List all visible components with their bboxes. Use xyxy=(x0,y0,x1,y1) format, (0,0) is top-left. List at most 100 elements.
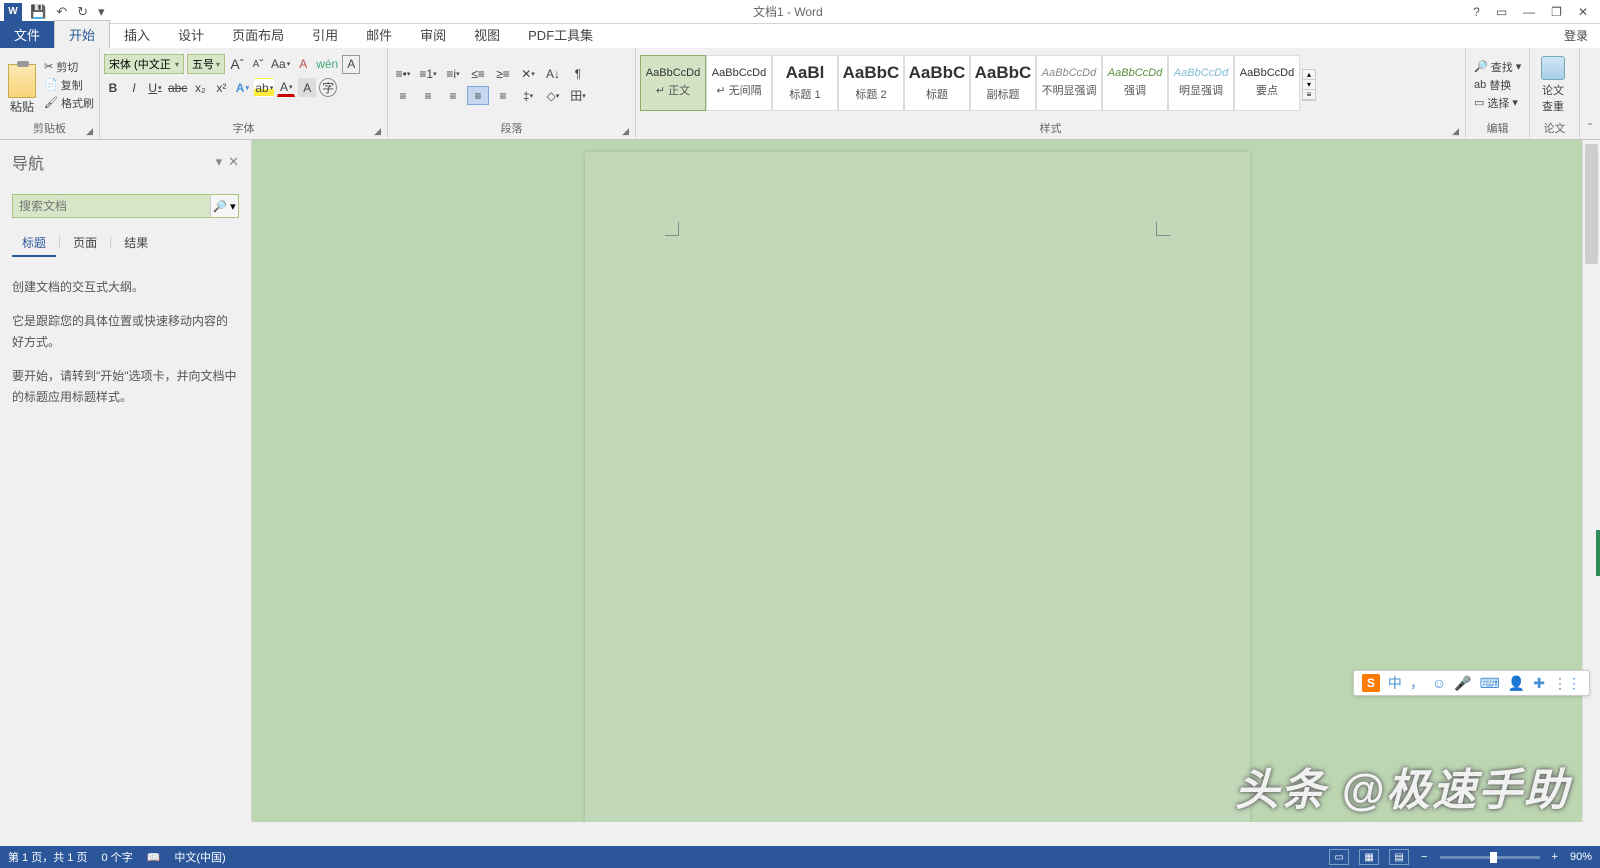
collapse-ribbon-icon[interactable]: ˆ xyxy=(1580,48,1600,139)
align-center-button[interactable]: ≡ xyxy=(417,86,439,105)
cut-button[interactable]: ✂剪切 xyxy=(44,59,94,75)
ime-keyboard-button[interactable]: ⌨ xyxy=(1480,675,1500,692)
minimize-icon[interactable]: — xyxy=(1519,5,1539,19)
print-layout-button[interactable]: ▦ xyxy=(1359,849,1379,865)
zoom-slider[interactable] xyxy=(1440,856,1540,859)
grow-font-button[interactable]: Aˆ xyxy=(228,55,246,74)
thesis-check-button[interactable]: 论文 查重 xyxy=(1534,56,1572,114)
ime-mic-button[interactable]: 🎤 xyxy=(1454,675,1471,692)
qat-more-icon[interactable]: ▾ xyxy=(96,4,107,20)
styles-down-icon[interactable]: ▾ xyxy=(1303,80,1315,90)
numbering-button[interactable]: ≡1▾ xyxy=(417,64,439,83)
style-item-7[interactable]: AaBbCcDd强调 xyxy=(1102,55,1168,111)
tab-references[interactable]: 引用 xyxy=(298,21,352,48)
redo-icon[interactable]: ↻ xyxy=(75,4,90,20)
align-left-button[interactable]: ≡ xyxy=(392,86,414,105)
tab-layout[interactable]: 页面布局 xyxy=(218,21,298,48)
ime-punct-button[interactable]: ， xyxy=(1410,673,1424,693)
font-launcher-icon[interactable]: ◢ xyxy=(374,126,381,137)
tab-home[interactable]: 开始 xyxy=(54,20,110,48)
bullets-button[interactable]: ≡•▾ xyxy=(392,64,414,83)
subscript-button[interactable]: x₂ xyxy=(191,78,209,97)
line-spacing-button[interactable]: ‡▾ xyxy=(517,86,539,105)
char-border-button[interactable]: A xyxy=(342,55,360,74)
style-item-9[interactable]: AaBbCcDd要点 xyxy=(1234,55,1300,111)
style-item-3[interactable]: AaBbC标题 2 xyxy=(838,55,904,111)
tab-design[interactable]: 设计 xyxy=(164,21,218,48)
styles-launcher-icon[interactable]: ◢ xyxy=(1452,126,1459,137)
increase-indent-button[interactable]: ≥≡ xyxy=(492,64,514,83)
char-shading-button[interactable]: A xyxy=(298,78,316,97)
shading-button[interactable]: ◇▾ xyxy=(542,86,564,105)
style-item-0[interactable]: AaBbCcDd↵ 正文 xyxy=(640,55,706,111)
paragraph-launcher-icon[interactable]: ◢ xyxy=(622,126,629,137)
font-name-combo[interactable]: 宋体 (中文正▾ xyxy=(104,54,184,74)
font-color-button[interactable]: A▾ xyxy=(277,78,295,97)
ime-grid-button[interactable]: ⋮⋮ xyxy=(1553,675,1581,692)
style-item-2[interactable]: AaBl标题 1 xyxy=(772,55,838,111)
language-indicator[interactable]: 中文(中国) xyxy=(174,849,225,865)
help-icon[interactable]: ? xyxy=(1469,5,1484,19)
bold-button[interactable]: B xyxy=(104,78,122,97)
zoom-level[interactable]: 90% xyxy=(1570,851,1592,863)
nav-search-input[interactable] xyxy=(13,195,210,217)
text-effects-button[interactable]: A▾ xyxy=(233,78,251,97)
style-item-1[interactable]: AaBbCcDd↵ 无间隔 xyxy=(706,55,772,111)
tab-view[interactable]: 视图 xyxy=(460,21,514,48)
nav-tab-pages[interactable]: 页面 xyxy=(63,230,107,257)
word-app-icon[interactable]: W xyxy=(4,3,22,21)
page-indicator[interactable]: 第 1 页，共 1 页 xyxy=(8,849,87,865)
copy-button[interactable]: 📄复制 xyxy=(44,77,94,93)
sort-button[interactable]: A↓ xyxy=(542,64,564,83)
ime-user-button[interactable]: 👤 xyxy=(1508,675,1525,692)
replace-button[interactable]: ab替换 xyxy=(1474,77,1521,93)
zoom-knob[interactable] xyxy=(1490,852,1497,863)
web-layout-button[interactable]: ▤ xyxy=(1389,849,1409,865)
clear-format-button[interactable]: A xyxy=(294,55,312,74)
login-link[interactable]: 登录 xyxy=(1552,23,1600,48)
zoom-out-button[interactable]: − xyxy=(1419,851,1429,863)
save-icon[interactable]: 💾 xyxy=(28,4,48,20)
superscript-button[interactable]: x² xyxy=(212,78,230,97)
show-marks-button[interactable]: ¶ xyxy=(567,64,589,83)
read-mode-button[interactable]: ▭ xyxy=(1329,849,1349,865)
text-direction-button[interactable]: ✕▾ xyxy=(517,64,539,83)
nav-tab-headings[interactable]: 标题 xyxy=(12,230,56,257)
styles-more-icon[interactable]: ≡ xyxy=(1303,90,1315,100)
maximize-icon[interactable]: ❐ xyxy=(1547,5,1566,19)
ime-emoji-button[interactable]: ☺ xyxy=(1432,675,1446,691)
ime-lang-button[interactable]: 中 xyxy=(1388,673,1402,693)
word-count[interactable]: 0 个字 xyxy=(101,849,132,865)
align-right-button[interactable]: ≡ xyxy=(442,86,464,105)
document-area[interactable] xyxy=(252,140,1582,822)
font-size-combo[interactable]: 五号▾ xyxy=(187,54,225,74)
style-item-5[interactable]: AaBbC副标题 xyxy=(970,55,1036,111)
style-item-4[interactable]: AaBbC标题 xyxy=(904,55,970,111)
undo-icon[interactable]: ↶ xyxy=(54,4,69,20)
nav-tab-results[interactable]: 结果 xyxy=(114,230,158,257)
borders-button[interactable]: 田▾ xyxy=(567,86,589,105)
enclose-char-button[interactable]: 字 xyxy=(319,78,337,97)
scroll-thumb[interactable] xyxy=(1585,144,1598,264)
italic-button[interactable]: I xyxy=(125,78,143,97)
style-item-8[interactable]: AaBbCcDd明显强调 xyxy=(1168,55,1234,111)
vertical-scrollbar[interactable] xyxy=(1582,140,1600,822)
format-painter-button[interactable]: 🖌格式刷 xyxy=(44,95,94,111)
multilevel-button[interactable]: ≡i▾ xyxy=(442,64,464,83)
tab-review[interactable]: 审阅 xyxy=(406,21,460,48)
sogou-icon[interactable]: S xyxy=(1362,674,1380,692)
distribute-button[interactable]: ≡ xyxy=(492,86,514,105)
nav-dropdown-icon[interactable]: ▾ xyxy=(216,154,223,170)
shrink-font-button[interactable]: Aˇ xyxy=(249,55,267,74)
justify-button[interactable]: ≡ xyxy=(467,86,489,105)
tab-mailings[interactable]: 邮件 xyxy=(352,21,406,48)
phonetic-guide-button[interactable]: wén xyxy=(315,55,339,74)
ime-tool-button[interactable]: ✚ xyxy=(1533,675,1545,692)
decrease-indent-button[interactable]: ≤≡ xyxy=(467,64,489,83)
ribbon-display-icon[interactable]: ▭ xyxy=(1492,5,1511,19)
zoom-in-button[interactable]: + xyxy=(1550,851,1560,863)
page[interactable] xyxy=(585,152,1250,822)
highlight-button[interactable]: ab▾ xyxy=(254,78,274,97)
tab-insert[interactable]: 插入 xyxy=(110,21,164,48)
select-button[interactable]: ▭选择▾ xyxy=(1474,95,1521,111)
